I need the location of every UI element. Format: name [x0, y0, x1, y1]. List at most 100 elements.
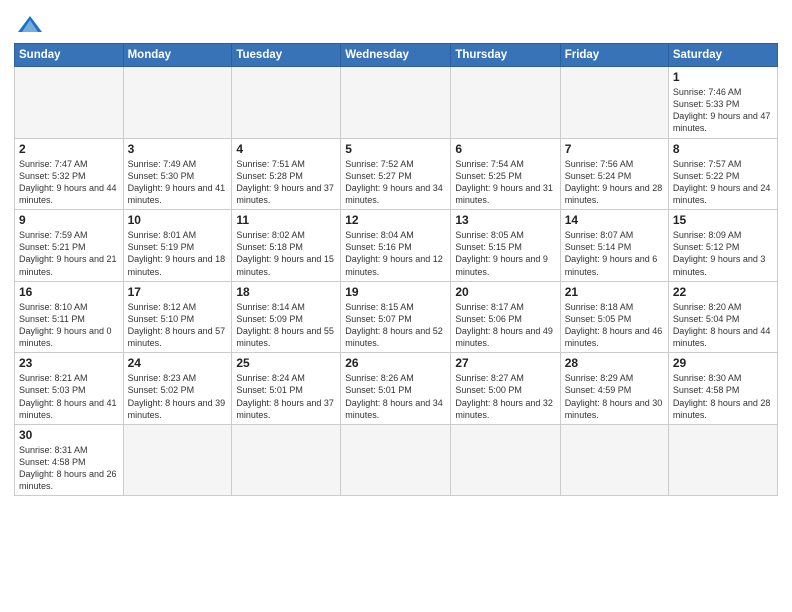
calendar-cell: 26Sunrise: 8:26 AM Sunset: 5:01 PM Dayli… [341, 353, 451, 425]
day-info: Sunrise: 8:21 AM Sunset: 5:03 PM Dayligh… [19, 372, 119, 421]
day-info: Sunrise: 8:14 AM Sunset: 5:09 PM Dayligh… [236, 301, 336, 350]
week-row-2: 2Sunrise: 7:47 AM Sunset: 5:32 PM Daylig… [15, 138, 778, 210]
day-number: 18 [236, 285, 336, 299]
day-info: Sunrise: 8:15 AM Sunset: 5:07 PM Dayligh… [345, 301, 446, 350]
calendar-cell: 1 Sunrise: 7:46 AM Sunset: 5:33 PM Daylig… [668, 67, 777, 139]
week-row-4: 16 Sunrise: 8:10 AM Sunset: 5:11 PM Dayli… [15, 281, 778, 353]
calendar: SundayMondayTuesdayWednesdayThursdayFrid… [14, 43, 778, 496]
calendar-cell: 7Sunrise: 7:56 AM Sunset: 5:24 PM Daylig… [560, 138, 668, 210]
day-info: Sunrise: 8:18 AM Sunset: 5:05 PM Dayligh… [565, 301, 664, 350]
calendar-cell: 6Sunrise: 7:54 AM Sunset: 5:25 PM Daylig… [451, 138, 560, 210]
day-number: 15 [673, 213, 773, 227]
day-info: Sunrise: 7:51 AM Sunset: 5:28 PM Dayligh… [236, 158, 336, 207]
calendar-cell [341, 67, 451, 139]
day-info: Sunrise: 8:10 AM Sunset: 5:11 PM Dayligh… [19, 301, 119, 350]
header [14, 10, 778, 37]
calendar-cell [232, 424, 341, 496]
calendar-cell [668, 424, 777, 496]
day-number: 3 [128, 142, 228, 156]
day-number: 20 [455, 285, 555, 299]
day-number: 26 [345, 356, 446, 370]
weekday-header-tuesday: Tuesday [232, 44, 341, 67]
calendar-cell: 4 Sunrise: 7:51 AM Sunset: 5:28 PM Daylig… [232, 138, 341, 210]
calendar-cell [451, 424, 560, 496]
weekday-header-thursday: Thursday [451, 44, 560, 67]
calendar-cell: 28Sunrise: 8:29 AM Sunset: 4:59 PM Dayli… [560, 353, 668, 425]
calendar-cell [560, 424, 668, 496]
calendar-cell: 23 Sunrise: 8:21 AM Sunset: 5:03 PM Dayli… [15, 353, 124, 425]
calendar-cell: 29Sunrise: 8:30 AM Sunset: 4:58 PM Dayli… [668, 353, 777, 425]
day-info: Sunrise: 7:57 AM Sunset: 5:22 PM Dayligh… [673, 158, 773, 207]
day-info: Sunrise: 8:02 AM Sunset: 5:18 PM Dayligh… [236, 229, 336, 278]
calendar-cell: 25 Sunrise: 8:24 AM Sunset: 5:01 PM Dayli… [232, 353, 341, 425]
day-number: 14 [565, 213, 664, 227]
calendar-cell: 30Sunrise: 8:31 AM Sunset: 4:58 PM Dayli… [15, 424, 124, 496]
calendar-cell: 16 Sunrise: 8:10 AM Sunset: 5:11 PM Dayli… [15, 281, 124, 353]
calendar-cell [341, 424, 451, 496]
calendar-cell: 24 Sunrise: 8:23 AM Sunset: 5:02 PM Dayli… [123, 353, 232, 425]
calendar-cell: 27 Sunrise: 8:27 AM Sunset: 5:00 PM Dayli… [451, 353, 560, 425]
day-number: 21 [565, 285, 664, 299]
calendar-cell [560, 67, 668, 139]
calendar-cell: 5Sunrise: 7:52 AM Sunset: 5:27 PM Daylig… [341, 138, 451, 210]
weekday-header-wednesday: Wednesday [341, 44, 451, 67]
week-row-5: 23 Sunrise: 8:21 AM Sunset: 5:03 PM Dayli… [15, 353, 778, 425]
weekday-header-saturday: Saturday [668, 44, 777, 67]
day-number: 25 [236, 356, 336, 370]
day-number: 22 [673, 285, 773, 299]
calendar-cell [451, 67, 560, 139]
day-number: 29 [673, 356, 773, 370]
weekday-header-monday: Monday [123, 44, 232, 67]
day-info: Sunrise: 7:52 AM Sunset: 5:27 PM Dayligh… [345, 158, 446, 207]
day-number: 4 [236, 142, 336, 156]
week-row-1: 1 Sunrise: 7:46 AM Sunset: 5:33 PM Daylig… [15, 67, 778, 139]
logo-area [14, 10, 44, 37]
day-info: Sunrise: 7:46 AM Sunset: 5:33 PM Dayligh… [673, 86, 773, 135]
calendar-cell [232, 67, 341, 139]
calendar-cell: 20 Sunrise: 8:17 AM Sunset: 5:06 PM Dayli… [451, 281, 560, 353]
logo [14, 14, 44, 37]
calendar-cell: 10Sunrise: 8:01 AM Sunset: 5:19 PM Dayli… [123, 210, 232, 282]
calendar-cell: 2Sunrise: 7:47 AM Sunset: 5:32 PM Daylig… [15, 138, 124, 210]
calendar-cell: 15Sunrise: 8:09 AM Sunset: 5:12 PM Dayli… [668, 210, 777, 282]
day-number: 23 [19, 356, 119, 370]
day-number: 12 [345, 213, 446, 227]
calendar-cell: 17Sunrise: 8:12 AM Sunset: 5:10 PM Dayli… [123, 281, 232, 353]
page: SundayMondayTuesdayWednesdayThursdayFrid… [0, 0, 792, 612]
calendar-cell: 3 Sunrise: 7:49 AM Sunset: 5:30 PM Daylig… [123, 138, 232, 210]
day-info: Sunrise: 8:20 AM Sunset: 5:04 PM Dayligh… [673, 301, 773, 350]
day-number: 27 [455, 356, 555, 370]
calendar-cell: 9Sunrise: 7:59 AM Sunset: 5:21 PM Daylig… [15, 210, 124, 282]
day-info: Sunrise: 8:05 AM Sunset: 5:15 PM Dayligh… [455, 229, 555, 278]
day-number: 10 [128, 213, 228, 227]
calendar-cell: 19Sunrise: 8:15 AM Sunset: 5:07 PM Dayli… [341, 281, 451, 353]
day-info: Sunrise: 7:47 AM Sunset: 5:32 PM Dayligh… [19, 158, 119, 207]
week-row-3: 9Sunrise: 7:59 AM Sunset: 5:21 PM Daylig… [15, 210, 778, 282]
calendar-cell: 12 Sunrise: 8:04 AM Sunset: 5:16 PM Dayli… [341, 210, 451, 282]
day-info: Sunrise: 8:07 AM Sunset: 5:14 PM Dayligh… [565, 229, 664, 278]
day-number: 24 [128, 356, 228, 370]
day-number: 1 [673, 70, 773, 84]
weekday-header-friday: Friday [560, 44, 668, 67]
calendar-cell [15, 67, 124, 139]
day-number: 11 [236, 213, 336, 227]
day-number: 9 [19, 213, 119, 227]
day-info: Sunrise: 8:23 AM Sunset: 5:02 PM Dayligh… [128, 372, 228, 421]
day-info: Sunrise: 8:17 AM Sunset: 5:06 PM Dayligh… [455, 301, 555, 350]
day-info: Sunrise: 8:27 AM Sunset: 5:00 PM Dayligh… [455, 372, 555, 421]
day-number: 17 [128, 285, 228, 299]
calendar-cell [123, 424, 232, 496]
day-number: 8 [673, 142, 773, 156]
day-info: Sunrise: 7:49 AM Sunset: 5:30 PM Dayligh… [128, 158, 228, 207]
calendar-cell: 21 Sunrise: 8:18 AM Sunset: 5:05 PM Dayli… [560, 281, 668, 353]
calendar-cell: 14 Sunrise: 8:07 AM Sunset: 5:14 PM Dayli… [560, 210, 668, 282]
day-number: 16 [19, 285, 119, 299]
day-info: Sunrise: 8:04 AM Sunset: 5:16 PM Dayligh… [345, 229, 446, 278]
day-info: Sunrise: 8:24 AM Sunset: 5:01 PM Dayligh… [236, 372, 336, 421]
week-row-6: 30Sunrise: 8:31 AM Sunset: 4:58 PM Dayli… [15, 424, 778, 496]
weekday-header-sunday: Sunday [15, 44, 124, 67]
weekday-header-row: SundayMondayTuesdayWednesdayThursdayFrid… [15, 44, 778, 67]
day-info: Sunrise: 8:31 AM Sunset: 4:58 PM Dayligh… [19, 444, 119, 493]
day-number: 6 [455, 142, 555, 156]
day-number: 7 [565, 142, 664, 156]
